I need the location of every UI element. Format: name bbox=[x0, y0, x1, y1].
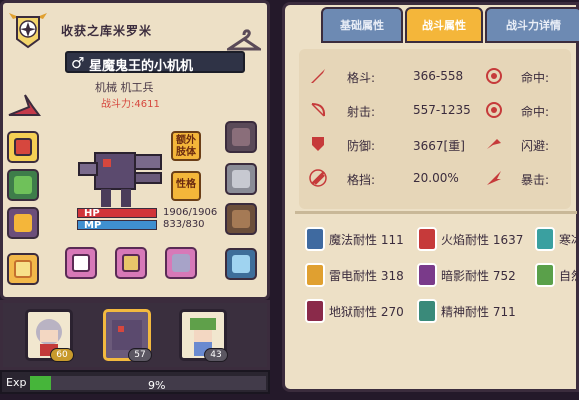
armor-icon bbox=[14, 214, 32, 232]
thunder-resist: 雷电耐性 318 bbox=[329, 269, 404, 283]
hp-label: HP bbox=[84, 208, 100, 219]
mp-value: 833/830 bbox=[163, 219, 205, 230]
thunder-resist-icon bbox=[305, 263, 325, 287]
block-value: 20.00% bbox=[413, 171, 459, 185]
block-label: 格挡: bbox=[347, 173, 376, 187]
critical-icon bbox=[487, 171, 501, 185]
team-member-1[interactable]: 60 bbox=[25, 309, 74, 362]
equip-slot-shoulder[interactable] bbox=[225, 248, 257, 280]
equip-slot-ring[interactable] bbox=[7, 131, 39, 163]
team-member-2[interactable]: 57 bbox=[103, 309, 152, 362]
bow-icon bbox=[311, 103, 326, 117]
extra-limb-label: 额外 肢体 bbox=[176, 135, 196, 158]
ice-resist-icon bbox=[535, 227, 555, 251]
limb-part-icon bbox=[72, 254, 90, 272]
team-row: 60 57 43 bbox=[0, 300, 270, 370]
equip-slot-weapon[interactable] bbox=[225, 121, 257, 153]
belt-icon bbox=[232, 170, 250, 188]
name-plate[interactable]: ♂ 星魔鬼王的小机机 bbox=[65, 51, 245, 74]
tab-combat-attributes[interactable]: 战斗属性 bbox=[405, 7, 483, 43]
magic-resist: 魔法耐性 111 bbox=[329, 233, 404, 247]
pauldron-icon bbox=[232, 255, 250, 273]
spirit-resist: 精神耐性 711 bbox=[441, 305, 516, 319]
team-member-3[interactable]: 43 bbox=[179, 309, 228, 362]
melee-label: 格斗: bbox=[347, 71, 376, 85]
nature-resist: 自然 bbox=[559, 269, 579, 283]
exp-label: Exp bbox=[6, 376, 27, 389]
gauntlet-icon bbox=[232, 128, 250, 146]
tab-combat-power-details[interactable]: 战斗力详情 bbox=[485, 7, 579, 43]
shield-part-icon bbox=[122, 254, 140, 272]
limb-slot-1[interactable] bbox=[65, 247, 97, 279]
amulet-icon bbox=[14, 260, 32, 278]
member-level: 57 bbox=[128, 348, 152, 362]
magic-resist-icon bbox=[305, 227, 325, 251]
equip-slot-hat[interactable] bbox=[7, 91, 41, 123]
sword-icon bbox=[311, 69, 325, 83]
dodge-label: 闪避: bbox=[521, 139, 550, 153]
hit-label-2: 命中: bbox=[521, 105, 550, 119]
witch-hat-icon bbox=[8, 94, 41, 116]
robot-sprite bbox=[78, 152, 162, 207]
hell-resist: 地狱耐性 270 bbox=[329, 305, 404, 319]
personality-button[interactable]: 性格 bbox=[171, 171, 201, 201]
limb-slot-2[interactable] bbox=[115, 247, 147, 279]
male-icon: ♂ bbox=[71, 54, 85, 72]
shadow-resist-icon bbox=[417, 263, 437, 287]
nature-resist-icon bbox=[535, 263, 555, 287]
boots-icon bbox=[232, 210, 250, 228]
hp-value: 1906/1906 bbox=[163, 207, 218, 218]
ring-icon bbox=[14, 138, 32, 156]
equip-slot-cape[interactable] bbox=[7, 169, 39, 201]
extra-limb-button[interactable]: 额外 肢体 bbox=[171, 131, 201, 161]
hit-label: 命中: bbox=[521, 71, 550, 85]
character-title: 收获之库米罗米 bbox=[61, 24, 153, 38]
block-icon bbox=[309, 169, 327, 187]
equip-slot-amulet[interactable] bbox=[7, 253, 39, 285]
attributes-panel: 基础属性 战斗属性 战斗力详情 格斗: 366-558 命中: 射击: 557-… bbox=[282, 2, 579, 392]
combat-stats-box: 格斗: 366-558 命中: 射击: 557-1235 命中: 防御: 366… bbox=[299, 49, 571, 209]
limb-slot-3[interactable] bbox=[165, 247, 197, 279]
ice-resist: 寒冰 bbox=[559, 233, 579, 247]
shadow-resist: 暗影耐性 752 bbox=[441, 269, 516, 283]
game-screen: 收获之库米罗米 ♂ 星魔鬼王的小机机 机械 机工兵 战斗力:4611 额外 肢体… bbox=[0, 0, 579, 400]
target-icon bbox=[486, 102, 502, 118]
spirit-resist-icon bbox=[417, 299, 437, 323]
shoot-value: 557-1235 bbox=[413, 103, 471, 117]
wardrobe-hanger-icon[interactable] bbox=[227, 29, 261, 53]
equip-slot-armor[interactable] bbox=[7, 207, 39, 239]
character-class: 机械 机工兵 bbox=[95, 81, 154, 94]
hell-resist-icon bbox=[305, 299, 325, 323]
defense-value: 3667[重] bbox=[413, 139, 465, 153]
shield-icon bbox=[312, 137, 324, 151]
leaf-cape-icon bbox=[14, 176, 32, 194]
section-divider bbox=[295, 211, 577, 214]
crit-label: 暴击: bbox=[521, 173, 550, 187]
target-icon bbox=[486, 68, 502, 84]
member-level: 43 bbox=[204, 348, 228, 362]
shoot-label: 射击: bbox=[347, 105, 376, 119]
hp-bar: HP bbox=[77, 208, 157, 219]
exp-bar: Exp 9% bbox=[0, 370, 270, 394]
equip-slot-belt[interactable] bbox=[225, 163, 257, 195]
combat-power: 战斗力:4611 bbox=[101, 99, 160, 110]
equip-slot-boots[interactable] bbox=[225, 203, 257, 235]
mp-label: MP bbox=[84, 220, 102, 231]
defense-label: 防御: bbox=[347, 139, 376, 153]
dodge-icon bbox=[487, 139, 501, 149]
arm-part-icon bbox=[172, 254, 190, 272]
personality-label: 性格 bbox=[176, 179, 196, 190]
exp-percent: 9% bbox=[148, 379, 166, 392]
fire-resist-icon bbox=[417, 227, 437, 251]
rank-emblem-icon bbox=[9, 13, 47, 49]
exp-fill bbox=[30, 376, 52, 390]
exp-track: 9% bbox=[30, 376, 266, 392]
melee-value: 366-558 bbox=[413, 69, 464, 83]
member-level: 60 bbox=[50, 348, 74, 362]
fire-resist: 火焰耐性 1637 bbox=[441, 233, 524, 247]
tab-basic-attributes[interactable]: 基础属性 bbox=[321, 7, 403, 43]
mp-bar: MP bbox=[77, 220, 157, 231]
character-panel: 收获之库米罗米 ♂ 星魔鬼王的小机机 机械 机工兵 战斗力:4611 额外 肢体… bbox=[0, 0, 270, 300]
character-name: 星魔鬼王的小机机 bbox=[89, 59, 194, 74]
